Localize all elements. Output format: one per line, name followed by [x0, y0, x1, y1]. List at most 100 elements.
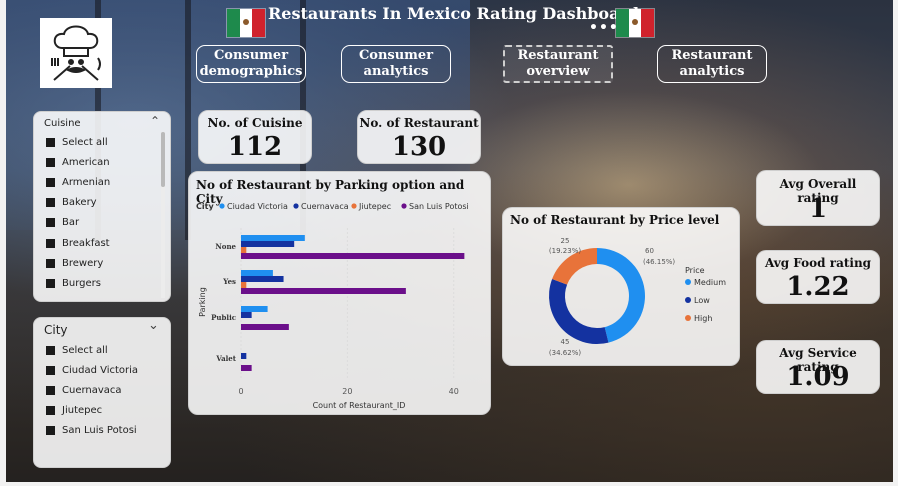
- city-slicer-title: City: [44, 323, 68, 337]
- legend-label: Cuernavaca: [301, 202, 349, 211]
- checkbox[interactable]: [46, 238, 55, 248]
- legend-marker: [219, 203, 225, 209]
- nav-consumer-analytics-button[interactable]: Consumer analytics: [341, 45, 451, 83]
- donut-slice: [549, 278, 609, 344]
- kpi-label: No. of Cuisine: [207, 116, 303, 130]
- kpi-value: 1.22: [786, 272, 850, 302]
- checkbox[interactable]: [46, 177, 55, 187]
- kpi-restaurant-card: No. of Restaurant 130: [357, 110, 481, 164]
- cuisine-item-label: Select all: [62, 136, 108, 148]
- parking-city-bar-chart[interactable]: No of Restaurant by Parking option and C…: [188, 171, 491, 415]
- cuisine-item[interactable]: Bar: [46, 214, 79, 232]
- data-label-value: 45: [561, 338, 570, 346]
- checkbox[interactable]: [46, 137, 55, 147]
- city-item-label: Jiutepec: [62, 404, 103, 416]
- cuisine-item[interactable]: Select all: [46, 133, 108, 151]
- legend-title: Price: [685, 266, 705, 275]
- checkbox[interactable]: [46, 425, 55, 435]
- data-label-percent: (34.62%): [549, 349, 581, 357]
- donut-chart-svg: 60 (46.15%) 45 (34.62%) 25 (19.23%) Price Mediu…: [549, 237, 726, 357]
- bar: [241, 247, 247, 253]
- data-label-value: 60: [645, 247, 654, 255]
- cuisine-item[interactable]: Armenian: [46, 173, 110, 191]
- legend-marker: [351, 203, 357, 209]
- nav-restaurant-overview-button[interactable]: Restaurant overview: [503, 45, 613, 83]
- legend-marker: [685, 315, 691, 321]
- city-item[interactable]: Jiutepec: [46, 401, 102, 419]
- bar: [241, 306, 268, 312]
- cuisine-item-label: Brewery: [62, 257, 104, 269]
- cuisine-scrollbar[interactable]: [161, 132, 165, 298]
- city-item[interactable]: Select all: [46, 341, 108, 359]
- nav-restaurant-analytics-button[interactable]: Restaurant analytics: [657, 45, 767, 83]
- y-tick-label: Valet: [215, 354, 236, 363]
- cuisine-item-label: Burgers: [62, 277, 101, 289]
- cuisine-slicer[interactable]: Cuisine ⌃ Select all American Armenian Bake…: [33, 111, 171, 302]
- kpi-cuisine-card: No. of Cuisine 112: [198, 110, 312, 164]
- nav-consumer-demographics-button[interactable]: Consumer demographics: [196, 45, 306, 83]
- kpi-food-rating-card: Avg Food rating 1.22: [756, 250, 880, 304]
- city-slicer[interactable]: City ⌄ Select all Ciudad Victoria Cuernava…: [33, 317, 171, 468]
- cuisine-item[interactable]: Brewery: [46, 254, 103, 272]
- kpi-value: 112: [227, 132, 283, 162]
- legend-marker: [685, 297, 691, 303]
- checkbox[interactable]: [46, 278, 55, 288]
- bar: [241, 353, 247, 359]
- cuisine-item-label: Breakfast: [62, 237, 110, 249]
- bar-chart-svg: City Ciudad Victoria Cuernavaca Jiutepec San…: [196, 202, 469, 410]
- checkbox[interactable]: [46, 345, 55, 355]
- data-label-value: 25: [561, 237, 570, 245]
- x-tick-label: 20: [342, 387, 352, 396]
- checkbox[interactable]: [46, 157, 55, 167]
- bar: [241, 288, 406, 294]
- checkbox[interactable]: [46, 405, 55, 415]
- kpi-value: 130: [391, 132, 447, 162]
- chevron-down-icon[interactable]: ⌄: [148, 318, 159, 333]
- checkbox[interactable]: [46, 258, 55, 268]
- legend-label: Medium: [694, 278, 726, 287]
- bar: [241, 312, 252, 318]
- bar: [241, 270, 273, 276]
- city-item[interactable]: Ciudad Victoria: [46, 361, 138, 379]
- scrollbar-thumb[interactable]: [161, 132, 165, 187]
- chef-logo: [40, 18, 112, 88]
- legend-marker: [401, 203, 407, 209]
- page-edge: [893, 0, 898, 486]
- chevron-up-icon[interactable]: ⌃: [150, 114, 160, 128]
- y-axis-label: Parking: [198, 287, 207, 317]
- checkbox[interactable]: [46, 365, 55, 375]
- kpi-label: No. of Restaurant: [359, 116, 479, 130]
- legend-title: City: [196, 202, 214, 211]
- cuisine-item[interactable]: Breakfast: [46, 234, 110, 252]
- page-edge: [0, 0, 6, 486]
- cuisine-item-label: Bar: [62, 217, 80, 229]
- data-label-percent: (19.23%): [549, 247, 581, 255]
- legend-label: Low: [694, 296, 710, 305]
- checkbox[interactable]: [46, 385, 55, 395]
- price-level-donut-chart[interactable]: No of Restaurant by Price level 60 (46.15…: [502, 207, 740, 366]
- x-axis-label: Count of Restaurant_ID: [313, 401, 406, 410]
- bar: [241, 282, 247, 288]
- legend-label: San Luis Potosi: [409, 202, 469, 211]
- mexico-flag-icon: [226, 8, 266, 38]
- legend-label: High: [694, 314, 712, 323]
- city-item-label: Ciudad Victoria: [62, 364, 139, 376]
- kpi-value: 1: [808, 194, 828, 224]
- page-edge: [0, 482, 898, 486]
- city-item[interactable]: Cuernavaca: [46, 381, 122, 399]
- cuisine-item[interactable]: American: [46, 153, 110, 171]
- x-tick-label: 0: [238, 387, 243, 396]
- cuisine-item[interactable]: Burgers: [46, 274, 101, 292]
- city-item-label: San Luis Potosi: [62, 424, 137, 436]
- cuisine-item[interactable]: Bakery: [46, 194, 97, 212]
- city-item[interactable]: San Luis Potosi: [46, 421, 137, 439]
- checkbox[interactable]: [46, 198, 55, 208]
- city-item-label: Select all: [62, 344, 108, 356]
- bar: [241, 324, 289, 330]
- legend-label: Jiutepec: [358, 202, 391, 211]
- data-label-percent: (46.15%): [643, 258, 675, 266]
- more-options-icon[interactable]: •••: [589, 21, 618, 40]
- legend-label: Ciudad Victoria: [227, 202, 288, 211]
- checkbox[interactable]: [46, 218, 55, 228]
- city-item-label: Cuernavaca: [62, 384, 122, 396]
